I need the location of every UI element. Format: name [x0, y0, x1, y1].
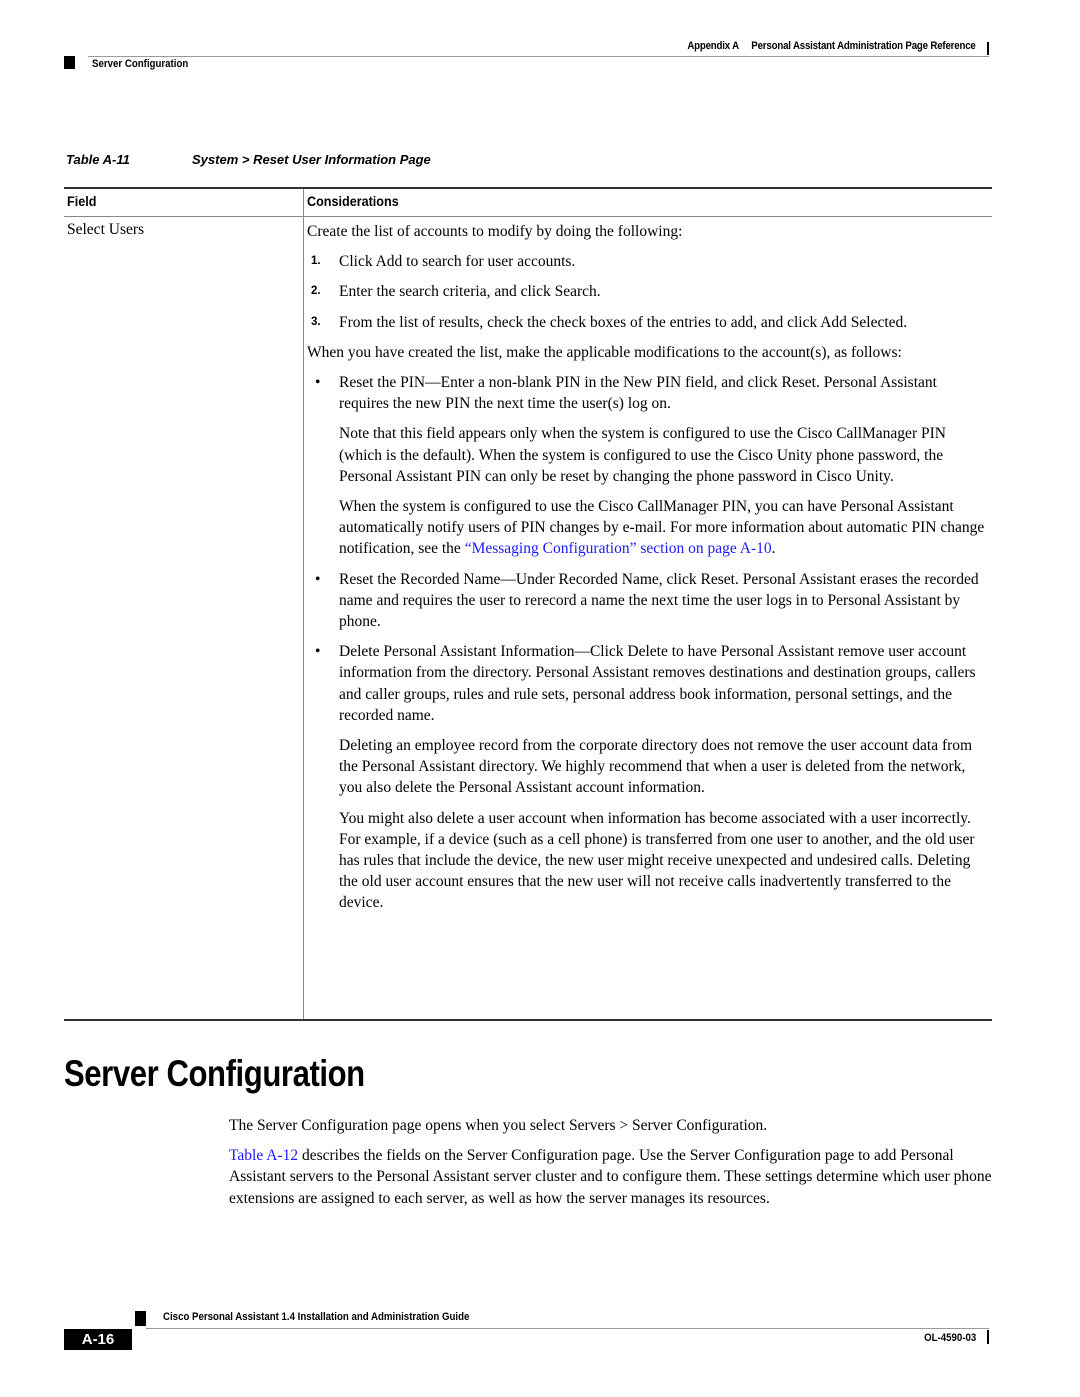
header-square-marker	[64, 56, 75, 69]
note-text-end: .	[771, 540, 776, 558]
table-top-rule	[64, 187, 992, 189]
section-body: The Server Configuration page opens when…	[229, 1115, 999, 1218]
running-header-section: Server Configuration	[92, 58, 189, 70]
document-number: OL-4590-03	[923, 1332, 976, 1344]
bullets-list: • Reset the PIN—Enter a non-blank PIN in …	[307, 372, 987, 414]
table-title: System > Reset User Information Page	[192, 152, 431, 167]
bullet-note: Deleting an employee record from the cor…	[339, 737, 973, 797]
list-item: • Reset the PIN—Enter a non-blank PIN in …	[307, 372, 987, 414]
paragraph-text: describes the fields on the Server Confi…	[229, 1147, 992, 1207]
table-header-rule	[64, 216, 992, 217]
list-item: • Delete Personal Assistant Information—C…	[307, 641, 987, 726]
column-header-considerations: Considerations	[307, 193, 399, 209]
considerations-intro: Create the list of accounts to modify by…	[307, 223, 683, 240]
running-header-chapter: Appendix A Personal Assistant Administrat…	[688, 40, 976, 52]
chapter-title: Personal Assistant Administration Page R…	[751, 40, 976, 52]
bullet-icon: •	[315, 570, 321, 588]
footer-square-marker	[135, 1311, 146, 1326]
list-item: • Reset the Recorded Name—Under Recorded …	[307, 569, 987, 633]
table-bottom-rule	[64, 1019, 992, 1021]
step-number: 3.	[311, 315, 321, 328]
section-paragraph: The Server Configuration page opens when…	[229, 1117, 768, 1134]
bullet-text: Reset the PIN—Enter a non-blank PIN in t…	[339, 374, 937, 413]
section-heading: Server Configuration	[64, 1053, 365, 1094]
considerations-follow: When you have created the list, make the…	[307, 343, 902, 361]
step-number: 2.	[311, 285, 321, 298]
step-text: Click Add to search for user accounts.	[339, 253, 576, 271]
field-cell-select-users: Select Users	[67, 221, 145, 238]
step-text: Enter the search criteria, and click Sea…	[339, 283, 601, 301]
table-number: Table A-11	[66, 152, 130, 167]
list-item: 2. Enter the search criteria, and click S…	[307, 281, 987, 302]
messaging-configuration-link[interactable]: “Messaging Configuration” section on pag…	[465, 540, 772, 557]
list-item: 3. From the list of results, check the ch…	[307, 312, 987, 333]
steps-list: 1. Click Add to search for user accounts.…	[307, 251, 987, 333]
bullet-icon: •	[315, 643, 321, 661]
footer-rule	[146, 1328, 989, 1329]
column-header-field: Field	[67, 193, 97, 209]
page-number-badge: A-16	[64, 1329, 132, 1350]
table-a-12-link[interactable]: Table A-12	[229, 1147, 298, 1164]
bullets-list: • Reset the Recorded Name—Under Recorded …	[307, 569, 987, 726]
header-rule	[88, 56, 989, 57]
bullet-note-with-link: When the system is configured to use the…	[307, 496, 987, 560]
considerations-cell: Create the list of accounts to modify by…	[307, 221, 987, 923]
step-number: 1.	[311, 255, 321, 268]
table-column-divider	[303, 189, 304, 1019]
step-text: From the list of results, check the chec…	[339, 313, 908, 331]
bullet-icon: •	[315, 374, 321, 392]
header-right-bar	[987, 42, 989, 55]
list-item: 1. Click Add to search for user accounts.	[307, 251, 987, 272]
table-caption: Table A-11 System > Reset User Informati…	[66, 152, 431, 167]
section-paragraph: Table A-12 describes the fields on the S…	[229, 1145, 999, 1209]
footer-right-bar	[987, 1330, 989, 1344]
footer-guide-title: Cisco Personal Assistant 1.4 Installatio…	[163, 1311, 470, 1323]
bullet-note: You might also delete a user account whe…	[339, 809, 975, 912]
bullet-note: Note that this field appears only when t…	[339, 425, 946, 485]
bullet-text: Delete Personal Assistant Information—Cl…	[339, 643, 976, 724]
bullet-text: Reset the Recorded Name—Under Recorded N…	[339, 570, 979, 631]
appendix-label: Appendix A	[687, 40, 740, 52]
